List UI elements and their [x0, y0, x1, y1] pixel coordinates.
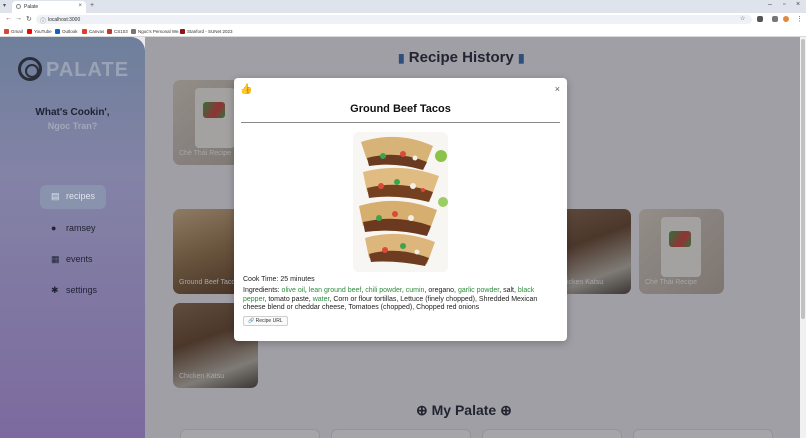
taco-2 — [363, 167, 439, 202]
scrollbar-thumb[interactable] — [801, 39, 805, 319]
greeting-text: What's Cookin', — [35, 107, 110, 118]
ingredients-label: Ingredients: — [243, 287, 280, 294]
browser-tab-bar: ▾ Palate × + – ▫ × — [0, 0, 806, 13]
nav-recipes[interactable]: ▤ recipes — [40, 185, 106, 209]
browser-menu-icon[interactable]: ⋮ — [796, 15, 803, 23]
gear-icon: ✱ — [51, 285, 59, 295]
calendar-icon: ▦ — [51, 254, 60, 264]
bookmark-youtube[interactable]: YouTube — [27, 29, 52, 34]
tab-close-icon[interactable]: × — [78, 3, 82, 9]
bookmark-personal-website[interactable]: Ngoc's Personal We... — [131, 29, 182, 34]
modal-title: Ground Beef Tacos — [350, 103, 451, 115]
bookmarks-bar: Gmail YouTube Outlook Canvas CS103 Ngoc'… — [0, 26, 806, 37]
modal-close-button[interactable]: × — [555, 84, 560, 94]
bookmark-outlook[interactable]: Outlook — [55, 29, 78, 34]
nav-recipes-label: recipes — [66, 191, 96, 201]
ingredient-item: tomato paste — [268, 295, 309, 303]
ingredient-item: cumin — [405, 287, 425, 294]
bookmark-canvas[interactable]: Canvas — [82, 29, 104, 34]
sidebar: PALATE What's Cookin', Ngoc Tran? ▤ reci… — [0, 37, 145, 438]
thumbs-up-icon[interactable]: 👍 — [240, 84, 252, 95]
profile-avatar-icon[interactable] — [783, 16, 789, 22]
nav-events-label: events — [66, 254, 93, 264]
cook-time: Cook Time: 25 minutes — [243, 276, 315, 283]
forward-icon[interactable]: → — [15, 15, 22, 22]
taco-4 — [365, 233, 435, 266]
modal-divider — [241, 122, 560, 123]
ingredient-item: salt — [503, 287, 515, 294]
nav-ramsey-label: ramsey — [66, 223, 96, 233]
bookmark-cs103[interactable]: CS103 — [107, 29, 128, 34]
nav-events[interactable]: ▦ events — [40, 248, 106, 272]
ingredient-item: lean ground beef — [308, 287, 362, 294]
taco-3 — [359, 200, 437, 236]
ingredient-item: chili powder — [365, 287, 402, 294]
nav-ramsey[interactable]: ● ramsey — [40, 217, 106, 241]
maximize-icon[interactable]: ▫ — [783, 1, 785, 8]
recipe-image — [353, 132, 448, 272]
url-text: localhost:3000 — [48, 17, 81, 23]
ingredients-list: Ingredients: olive oil, lean ground beef… — [243, 287, 538, 311]
app-page: PALATE What's Cookin', Ngoc Tran? ▤ reci… — [0, 37, 806, 438]
link-icon: 🔗 — [248, 318, 255, 324]
reload-icon[interactable]: ↻ — [26, 15, 32, 23]
sidebar-toggle-icon[interactable] — [772, 16, 778, 22]
back-icon[interactable]: ← — [5, 15, 12, 22]
browser-tab[interactable]: Palate × — [12, 1, 86, 13]
address-row: ← → ↻ ⓘ localhost:3000 ☆ ⋮ — [0, 13, 806, 26]
ingredient-item: oregano — [428, 287, 455, 294]
address-bar[interactable]: ⓘ localhost:3000 — [36, 15, 752, 25]
ingredient-item: olive oil — [281, 287, 305, 294]
robot-icon: ● — [51, 223, 57, 233]
ingredient-item: Tomatoes (chopped) — [348, 304, 413, 311]
ingredient-item: water — [312, 295, 330, 303]
bookmark-stanford[interactable]: Stanford - SUNet 2023 — [180, 29, 233, 34]
ingredient-item: Chopped red onions — [416, 304, 480, 311]
site-info-icon[interactable]: ⓘ — [40, 16, 46, 25]
user-name: Ngoc Tran? — [47, 121, 98, 131]
palate-logo-icon — [18, 57, 42, 81]
new-tab-icon[interactable]: + — [90, 2, 94, 9]
recipe-url-label: Recipe URL — [255, 318, 283, 324]
ingredient-item: garlic powder — [457, 287, 500, 294]
taco-1 — [361, 136, 433, 170]
nav-settings-label: settings — [66, 285, 98, 295]
bookmark-gmail[interactable]: Gmail — [4, 29, 23, 34]
recipe-url-button[interactable]: 🔗 Recipe URL — [243, 316, 288, 326]
tab-title: Palate — [24, 4, 39, 10]
tab-favicon-icon — [16, 4, 21, 9]
recipe-modal: 👍 × Ground Beef Tacos Cook Time: 25 minu… — [234, 78, 567, 341]
window-close-icon[interactable]: × — [796, 1, 800, 8]
minimize-icon[interactable]: – — [768, 1, 772, 8]
page-scrollbar[interactable] — [800, 37, 806, 438]
nav-settings[interactable]: ✱ settings — [40, 279, 106, 303]
extension-icon[interactable] — [757, 16, 763, 22]
bookmark-star-icon[interactable]: ☆ — [740, 15, 745, 22]
ingredient-item: Corn or flour tortillas — [333, 295, 397, 303]
tab-search-icon[interactable]: ▾ — [3, 2, 6, 9]
ingredient-item: Lettuce (finely chopped) — [400, 295, 475, 303]
palate-logo-text: PALATE — [46, 59, 130, 81]
recipe-book-icon: ▤ — [51, 191, 60, 201]
